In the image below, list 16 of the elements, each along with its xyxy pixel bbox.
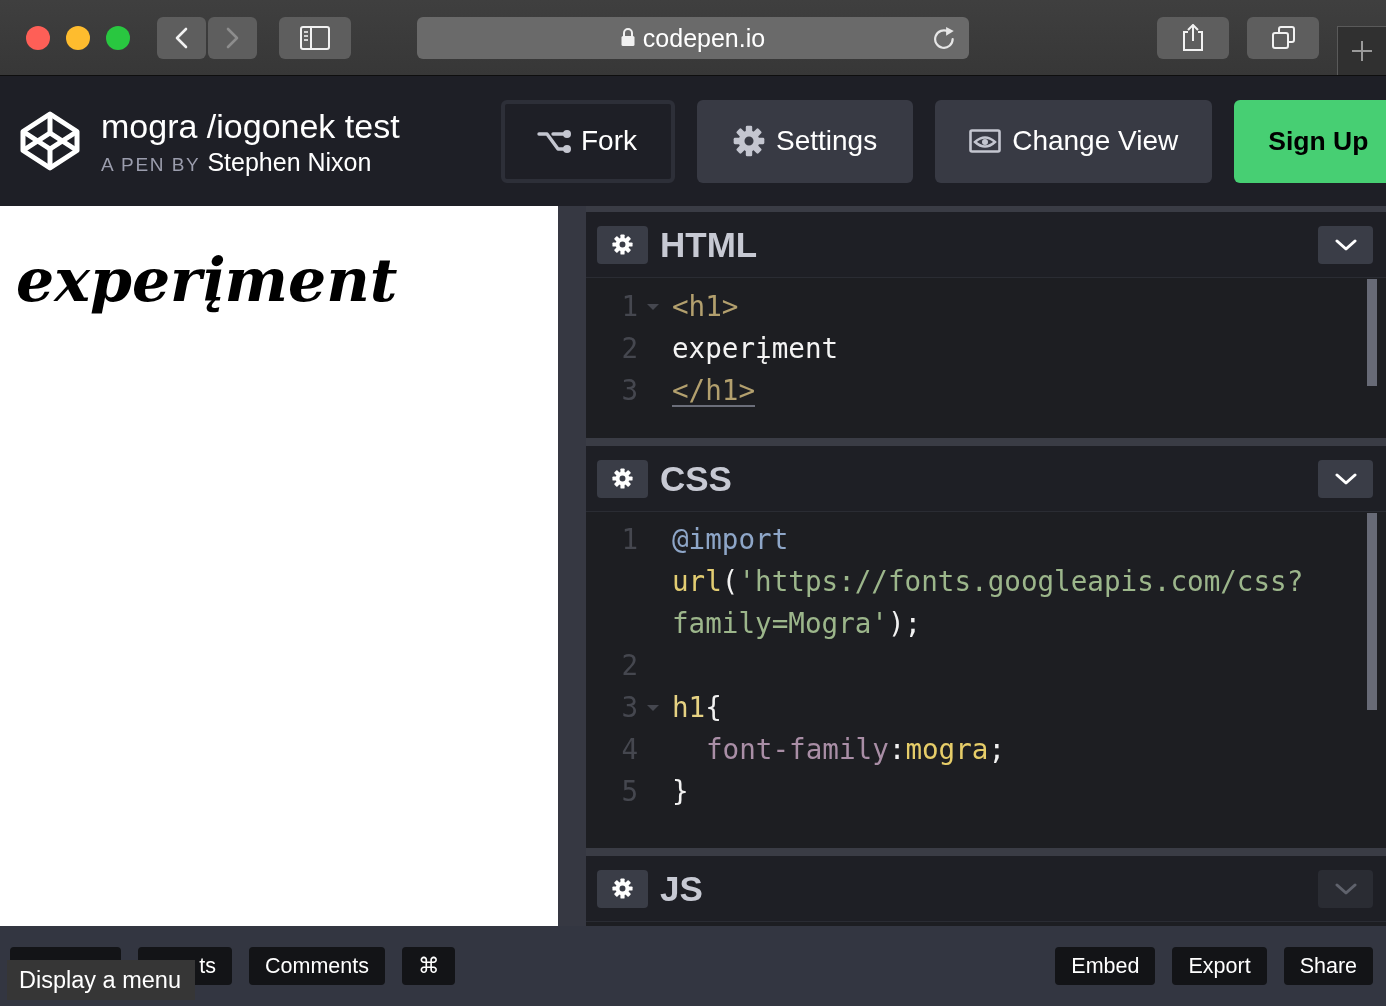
pen-title: mogra /iogonek test bbox=[101, 105, 401, 146]
code-line: family=Mogra'); bbox=[672, 607, 922, 640]
editor-title: HTML bbox=[660, 224, 758, 265]
editor-title: CSS bbox=[660, 458, 732, 499]
code-line: font-family:mogra; bbox=[706, 733, 1006, 766]
byline-label: A PEN BY bbox=[101, 153, 201, 176]
code-line: <h1> bbox=[672, 290, 739, 323]
code-line: @import bbox=[672, 523, 789, 556]
code-line: url('https://fonts.googleapis.com/css? bbox=[672, 565, 1304, 598]
code-line: </h1> bbox=[672, 374, 756, 407]
code-line: experįment bbox=[672, 332, 839, 365]
preview-heading: experįment bbox=[15, 244, 398, 314]
code-line: } bbox=[672, 775, 689, 808]
editor-title: JS bbox=[660, 868, 703, 909]
code-line: h1{ bbox=[672, 691, 722, 724]
tooltip: Display a menu bbox=[7, 960, 195, 1000]
